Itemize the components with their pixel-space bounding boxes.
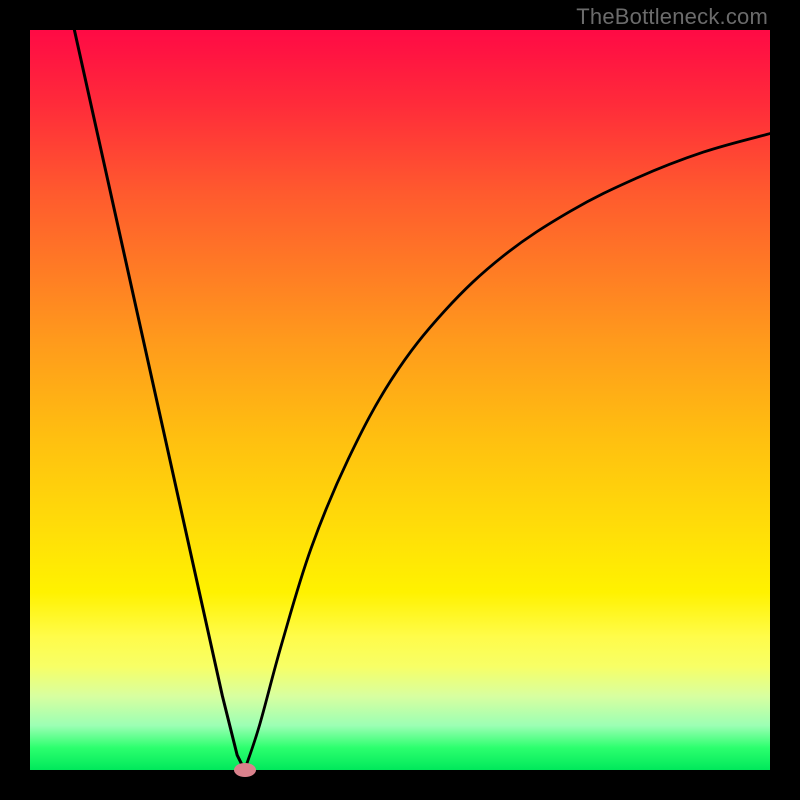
chart-frame: TheBottleneck.com — [0, 0, 800, 800]
curve-left-branch — [74, 30, 244, 770]
curve-layer — [30, 30, 770, 770]
watermark-text: TheBottleneck.com — [576, 4, 768, 30]
plot-area — [30, 30, 770, 770]
dip-marker — [234, 763, 256, 777]
curve-right-branch — [245, 134, 770, 770]
